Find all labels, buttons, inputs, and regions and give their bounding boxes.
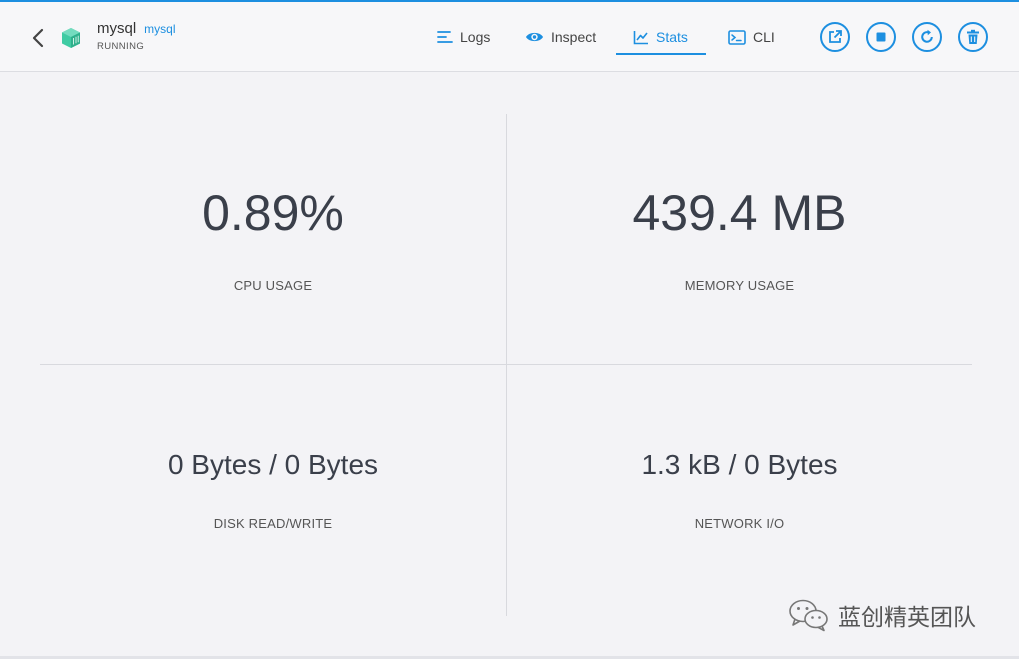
disk-io-cell: 0 Bytes / 0 Bytes DISK READ/WRITE (40, 446, 506, 531)
active-tab-indicator (616, 53, 706, 55)
disk-io-label: DISK READ/WRITE (213, 516, 333, 531)
network-io-value: 1.3 kB / 0 Bytes (641, 449, 838, 480)
network-io-cell: 1.3 kB / 0 Bytes NETWORK I/O (507, 446, 972, 531)
delete-button[interactable] (958, 22, 988, 52)
container-name: mysql (97, 20, 137, 37)
cpu-usage-value: 0.89% (202, 185, 344, 241)
tab-logs[interactable]: Logs (437, 20, 490, 54)
tab-inspect-label: Inspect (551, 29, 597, 45)
watermark-text: 蓝创精英团队 (838, 605, 976, 631)
tab-inspect[interactable]: Inspect (525, 20, 596, 54)
trash-icon (967, 29, 979, 44)
open-browser-button[interactable] (820, 22, 850, 52)
disk-io-value: 0 Bytes / 0 Bytes (167, 449, 379, 480)
back-button[interactable] (30, 27, 48, 49)
terminal-icon (728, 29, 746, 45)
cpu-usage-label: CPU USAGE (233, 278, 313, 293)
cpu-usage-cell: 0.89% CPU USAGE (40, 180, 506, 293)
container-status: RUNNING (97, 41, 145, 52)
stop-button[interactable] (866, 22, 896, 52)
memory-usage-label: MEMORY USAGE (684, 278, 795, 293)
wechat-icon (789, 599, 828, 632)
network-io-label: NETWORK I/O (694, 516, 785, 531)
chart-icon (633, 30, 648, 44)
external-link-icon (829, 30, 842, 43)
restart-icon (921, 29, 933, 43)
tab-stats[interactable]: Stats (633, 20, 688, 54)
grid-divider-horizontal (40, 364, 972, 365)
chevron-left-icon (32, 28, 44, 48)
tab-cli[interactable]: CLI (728, 20, 775, 54)
container-title-block: mysql mysql RUNNING (97, 20, 176, 52)
container-image-link[interactable]: mysql (144, 22, 175, 36)
watermark: 蓝创精英团队 (788, 598, 976, 632)
logs-icon (437, 31, 453, 43)
memory-usage-cell: 439.4 MB MEMORY USAGE (507, 180, 972, 293)
tab-logs-label: Logs (460, 29, 491, 45)
tab-stats-label: Stats (656, 29, 688, 45)
memory-usage-value: 439.4 MB (632, 185, 847, 241)
tab-cli-label: CLI (753, 29, 775, 45)
container-icon (59, 26, 83, 50)
container-header: mysql mysql RUNNING Logs Inspect Stats C… (0, 2, 1019, 72)
eye-icon (526, 32, 543, 42)
restart-button[interactable] (912, 22, 942, 52)
stop-icon (876, 32, 886, 42)
